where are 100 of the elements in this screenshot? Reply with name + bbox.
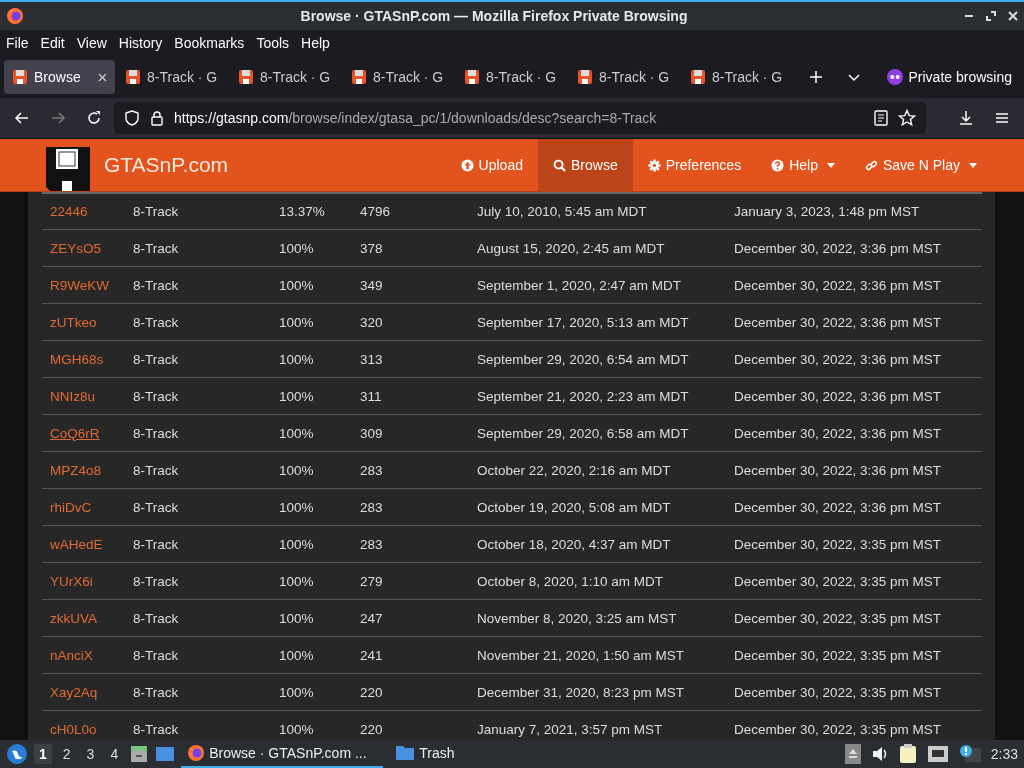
- table-cell-text: December 30, 2022, 3:35 pm MST: [734, 647, 943, 663]
- star-icon[interactable]: [898, 109, 916, 127]
- clipboard-icon[interactable]: [898, 744, 917, 764]
- table-cell-text: 313: [360, 351, 384, 367]
- workspace-button[interactable]: 1: [34, 744, 52, 764]
- nav-link[interactable]: Save N Play: [849, 139, 992, 191]
- browser-tab[interactable]: 8-Track · G: [117, 60, 228, 94]
- maximize-icon[interactable]: [986, 11, 996, 21]
- firefox-icon: [6, 7, 24, 25]
- table-cell-text: 279: [360, 573, 384, 589]
- save-id-link[interactable]: MGH68s: [50, 351, 133, 367]
- nav-link[interactable]: Help: [756, 139, 850, 191]
- table-cell-text: 8-Track: [133, 536, 180, 552]
- browser-tab[interactable]: 8-Track · G: [230, 60, 341, 94]
- menu-icon[interactable]: [994, 110, 1010, 126]
- table-cell-text: 8-Track: [133, 351, 180, 367]
- table-cell-text: December 30, 2022, 3:35 pm MST: [734, 573, 943, 589]
- table-cell-text: December 30, 2022, 3:36 pm MST: [734, 277, 943, 293]
- browser-tab[interactable]: Browse: [4, 60, 115, 94]
- menu-item[interactable]: View: [76, 35, 107, 51]
- table-cell-text: 220: [360, 684, 384, 700]
- table-cell-text: December 30, 2022, 3:35 pm MST: [734, 684, 943, 700]
- table-cell-text: December 30, 2022, 3:36 pm MST: [734, 351, 943, 367]
- save-id-link[interactable]: Xay2Aq: [50, 684, 133, 700]
- desktop-icon[interactable]: [155, 744, 176, 764]
- save-id-link[interactable]: cH0L0o: [50, 721, 133, 737]
- eject-icon[interactable]: [844, 744, 861, 764]
- nav-link[interactable]: Upload: [445, 139, 538, 191]
- browser-tab[interactable]: 8-Track · G: [343, 60, 454, 94]
- reader-view-icon[interactable]: [874, 110, 888, 126]
- table-cell-text: 8-Track: [133, 462, 180, 478]
- save-id-link[interactable]: zUTkeo: [50, 314, 133, 330]
- workspace-button[interactable]: 4: [105, 744, 124, 764]
- volume-icon[interactable]: [870, 746, 889, 762]
- browser-tab[interactable]: 8-Track · G: [682, 60, 793, 94]
- save-id-link[interactable]: ZEYsO5: [50, 240, 133, 256]
- menu-item[interactable]: Edit: [40, 35, 65, 51]
- save-id-link[interactable]: wAHedE: [50, 536, 133, 552]
- table-cell-text: 100%: [279, 573, 315, 589]
- close-tab-icon[interactable]: [98, 72, 107, 82]
- table-cell-text: January 7, 2021, 3:57 pm MST: [477, 721, 664, 737]
- table-cell-text: 8-Track: [133, 314, 180, 330]
- lock-icon: [150, 110, 164, 126]
- workspace-button[interactable]: 3: [81, 744, 100, 764]
- taskbar-window[interactable]: Browse · GTASnP.com ...: [181, 740, 384, 768]
- table-cell-text: 241: [360, 647, 384, 663]
- new-tab-icon[interactable]: [809, 70, 823, 84]
- table-cell-text: October 22, 2020, 2:16 am MDT: [477, 462, 672, 478]
- nav-link[interactable]: Preferences: [632, 139, 757, 191]
- file-cabinet-icon[interactable]: [129, 744, 150, 764]
- table-cell-text: 100%: [279, 351, 315, 367]
- table-cell-text: 100%: [279, 314, 315, 330]
- network-icon[interactable]: [926, 745, 949, 763]
- floppy-icon: [690, 69, 706, 85]
- app-launcher-icon[interactable]: [6, 743, 28, 765]
- save-id-link[interactable]: nAnciX: [50, 647, 133, 663]
- table-cell-text: October 19, 2020, 5:08 am MDT: [477, 499, 672, 515]
- table-cell-text: 283: [360, 462, 384, 478]
- table-cell-text: December 30, 2022, 3:36 pm MST: [734, 462, 943, 478]
- table-cell-text: December 30, 2022, 3:36 pm MST: [734, 388, 943, 404]
- table-cell-text: 8-Track: [133, 277, 180, 293]
- menu-item[interactable]: File: [6, 35, 29, 51]
- floppy-icon: [238, 69, 254, 85]
- save-id-link[interactable]: zkkUVA: [50, 610, 133, 626]
- table-cell-text: 311: [360, 388, 383, 404]
- table-cell-text: 8-Track: [133, 240, 180, 256]
- menu-item[interactable]: History: [118, 35, 163, 51]
- table-cell-text: December 30, 2022, 3:36 pm MST: [734, 314, 943, 330]
- workspace-button[interactable]: 2: [57, 744, 76, 764]
- save-id-link[interactable]: rhiDvC: [50, 499, 133, 515]
- save-id-link[interactable]: R9WeKW: [50, 277, 133, 293]
- save-id-link[interactable]: YUrX6i: [50, 573, 133, 589]
- save-id-link[interactable]: NNIz8u: [50, 388, 133, 404]
- save-id-link[interactable]: MPZ4o8: [50, 462, 133, 478]
- menu-item[interactable]: Tools: [256, 35, 290, 51]
- browser-tab[interactable]: 8-Track · G: [569, 60, 680, 94]
- private-browsing-label: Private browsing: [908, 69, 1012, 85]
- table-cell-text: November 21, 2020, 1:50 am MST: [477, 647, 686, 663]
- taskbar-window[interactable]: Trash: [389, 740, 461, 768]
- url-text: https://gtasnp.com/browse/index/gtasa_pc/1/downloads/desc?search=8-Track: [174, 110, 658, 126]
- nav-link[interactable]: Browse: [538, 139, 633, 191]
- back-icon[interactable]: [14, 110, 30, 126]
- browser-tab[interactable]: 8-Track · G: [456, 60, 567, 94]
- download-icon[interactable]: [958, 110, 974, 126]
- floppy-icon: [12, 69, 28, 85]
- floppy-icon: [464, 69, 480, 85]
- firefox-icon: [187, 744, 206, 762]
- address-bar[interactable]: https://gtasnp.com/browse/index/gtasa_pc/1/downloads/desc?search=8-Track: [114, 102, 926, 134]
- forward-icon[interactable]: [50, 110, 66, 126]
- save-id-link[interactable]: CoQ6rR: [50, 425, 133, 441]
- save-id-link[interactable]: 22446: [50, 204, 133, 219]
- table-cell-text: December 31, 2020, 8:23 pm MST: [477, 684, 686, 700]
- notification-icon[interactable]: [958, 744, 981, 764]
- menu-item[interactable]: Bookmarks: [174, 35, 245, 51]
- table-cell-text: 100%: [279, 684, 315, 700]
- close-icon[interactable]: [1008, 11, 1018, 21]
- menu-item[interactable]: Help: [301, 35, 330, 51]
- table-cell-text: July 10, 2010, 5:45 am MDT: [477, 204, 648, 219]
- window-title: Browse · GTASnP.com — Mozilla Firefox Private Browsing: [299, 8, 689, 24]
- reload-icon[interactable]: [86, 110, 102, 126]
